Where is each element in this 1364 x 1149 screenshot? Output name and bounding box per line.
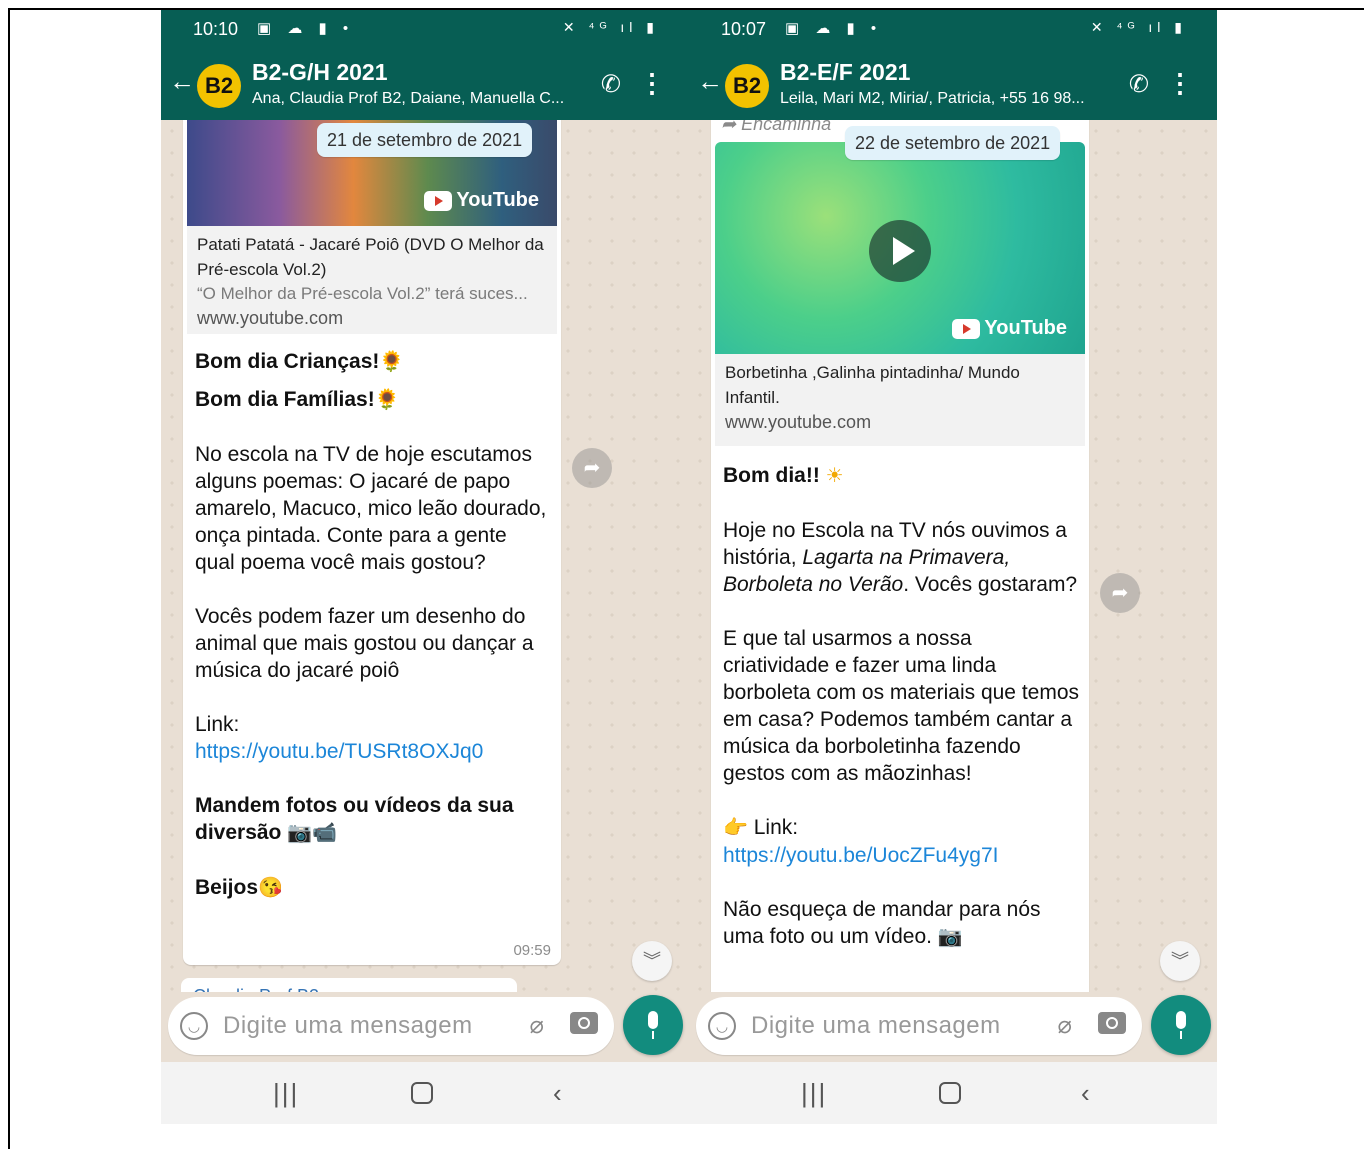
- link-block: Link: https://youtu.be/TUSRt8OXJq0: [195, 711, 551, 765]
- message-time: 09:59: [513, 942, 551, 959]
- youtube-link[interactable]: https://youtu.be/UocZFu4yg7I: [723, 844, 998, 867]
- scroll-down-icon[interactable]: ︾: [632, 941, 672, 981]
- preview-description: “O Melhor da Pré-escola Vol.2” terá suce…: [197, 284, 528, 303]
- link-label: Link:: [753, 816, 799, 839]
- message-text: Bom dia!! ☀ Hoje no Escola na TV nós ouv…: [723, 462, 1079, 951]
- greeting-line: Bom dia Famílias!🌻: [195, 388, 400, 411]
- message-paragraph: E que tal usarmos a nossa criatividade e…: [723, 627, 1080, 785]
- mic-button[interactable]: [1151, 995, 1211, 1055]
- next-message-sender[interactable]: Claudia Prof B2: [181, 978, 517, 992]
- emoji-icon[interactable]: ◡: [708, 1012, 736, 1040]
- back-arrow-icon[interactable]: ←: [169, 66, 195, 97]
- home-icon[interactable]: [411, 1082, 433, 1104]
- message-input-bar[interactable]: ◡ Digite uma mensagem ⌀: [168, 997, 614, 1055]
- attach-icon[interactable]: ⌀: [1058, 1011, 1072, 1040]
- emoji-icon[interactable]: ◡: [180, 1012, 208, 1040]
- date-chip: 22 de setembro de 2021: [845, 126, 1061, 160]
- add-call-icon[interactable]: ✆: [601, 70, 621, 99]
- recents-icon[interactable]: |||: [801, 1078, 827, 1109]
- youtube-logo-icon: YouTube: [952, 317, 1067, 340]
- pointing-hand-icon: 👉: [723, 817, 748, 839]
- mic-icon: [1176, 1011, 1186, 1029]
- camera-icon[interactable]: [1098, 1012, 1126, 1034]
- attach-icon[interactable]: ⌀: [530, 1011, 544, 1040]
- back-nav-icon[interactable]: ‹: [1081, 1078, 1090, 1109]
- mic-icon: [648, 1011, 658, 1029]
- group-avatar[interactable]: B2: [725, 64, 769, 108]
- chat-area[interactable]: YouTube Patati Patatá - Jacaré Poiô (DVD…: [161, 120, 689, 992]
- message-paragraph: Beijos😘: [195, 876, 283, 899]
- sunflower-icon: 🌻: [374, 389, 400, 411]
- message-bubble[interactable]: ➦ Encaminha YouTube Borbetinha ,Galinha …: [711, 120, 1089, 992]
- video-thumbnail[interactable]: YouTube: [715, 142, 1085, 354]
- message-paragraph: No escola na TV de hoje escutamos alguns…: [195, 443, 547, 574]
- greeting-line: Bom dia!! ☀: [723, 464, 844, 487]
- message-text: Bom dia Crianças!🌻 Bom dia Famílias!🌻 No…: [195, 348, 551, 902]
- link-preview[interactable]: Borbetinha ,Galinha pintadinha/ Mundo In…: [715, 354, 1085, 446]
- forward-icon[interactable]: ➦: [572, 448, 612, 488]
- status-bar: 10:07 ▣ ☁ ▮ • ✕ ⁴ᴳ ıl ▮: [689, 10, 1217, 48]
- message-input[interactable]: Digite uma mensagem: [751, 1012, 1001, 1040]
- date-chip: 21 de setembro de 2021: [317, 123, 533, 157]
- group-members[interactable]: Leila, Mari M2, Miria/, Patricia, +55 16…: [780, 90, 1106, 108]
- preview-url: www.youtube.com: [725, 412, 872, 432]
- youtube-logo-icon: YouTube: [424, 189, 539, 212]
- home-icon[interactable]: [939, 1082, 961, 1104]
- group-title[interactable]: B2-E/F 2021: [780, 59, 910, 86]
- preview-title: Borbetinha ,Galinha pintadinha/ Mundo In…: [725, 363, 1020, 407]
- notification-icons: ▣ ☁ ▮ •: [785, 20, 883, 37]
- back-nav-icon[interactable]: ‹: [553, 1078, 562, 1109]
- kiss-emoji-icon: 😘: [258, 877, 283, 899]
- signal-battery-icons: ✕ ⁴ᴳ ıl ▮: [562, 19, 659, 35]
- link-preview[interactable]: Patati Patatá - Jacaré Poiô (DVD O Melho…: [187, 226, 557, 334]
- mic-button[interactable]: [623, 995, 683, 1055]
- forward-icon[interactable]: ➦: [1100, 573, 1140, 613]
- status-time: 10:10: [193, 19, 239, 39]
- message-paragraph: Não esqueça de mandar para nós uma foto …: [723, 898, 1041, 948]
- android-nav-bar: ||| ‹: [689, 1062, 1217, 1124]
- message-paragraph: Vocês podem fazer um desenho do animal q…: [195, 605, 534, 682]
- notification-icons: ▣ ☁ ▮ •: [257, 20, 355, 37]
- back-arrow-icon[interactable]: ←: [697, 66, 723, 97]
- forwarded-label: ➦ Encaminha: [721, 120, 832, 134]
- more-vert-icon[interactable]: ⋮: [1167, 68, 1193, 99]
- android-nav-bar: ||| ‹: [161, 1062, 689, 1124]
- greeting-line: Bom dia Crianças!🌻: [195, 350, 405, 373]
- status-time: 10:07: [721, 19, 767, 39]
- chat-header: ← B2 B2-E/F 2021 Leila, Mari M2, Miria/,…: [689, 48, 1217, 120]
- sunflower-icon: 🌻: [379, 351, 405, 373]
- frame-border-left: [8, 8, 10, 1149]
- camera-emoji-icon: 📷: [937, 926, 963, 948]
- play-icon[interactable]: [869, 220, 931, 282]
- youtube-link[interactable]: https://youtu.be/TUSRt8OXJq0: [195, 740, 483, 763]
- message-paragraph: Hoje no Escola na TV nós ouvimos a histó…: [723, 519, 1078, 596]
- group-avatar[interactable]: B2: [197, 64, 241, 108]
- preview-title: Patati Patatá - Jacaré Poiô (DVD O Melho…: [197, 235, 544, 279]
- recents-icon[interactable]: |||: [273, 1078, 299, 1109]
- group-members[interactable]: Ana, Claudia Prof B2, Daiane, Manuella C…: [252, 90, 578, 108]
- chat-header: ← B2 B2-G/H 2021 Ana, Claudia Prof B2, D…: [161, 48, 689, 120]
- phone-screenshot-left: 10:10 ▣ ☁ ▮ • ✕ ⁴ᴳ ıl ▮ ← B2 B2-G/H 2021…: [161, 10, 689, 1124]
- sun-icon: ☀: [825, 465, 844, 487]
- camera-icon[interactable]: [570, 1012, 598, 1034]
- phone-screenshot-right: 10:07 ▣ ☁ ▮ • ✕ ⁴ᴳ ıl ▮ ← B2 B2-E/F 2021…: [689, 10, 1217, 1124]
- signal-battery-icons: ✕ ⁴ᴳ ıl ▮: [1090, 19, 1187, 35]
- message-input[interactable]: Digite uma mensagem: [223, 1012, 473, 1040]
- group-title[interactable]: B2-G/H 2021: [252, 59, 388, 86]
- chat-area[interactable]: ➦ Encaminha YouTube Borbetinha ,Galinha …: [689, 120, 1217, 992]
- link-block: 👉 Link: https://youtu.be/UocZFu4yg7I: [723, 814, 1079, 869]
- scroll-down-icon[interactable]: ︾: [1160, 941, 1200, 981]
- status-bar: 10:10 ▣ ☁ ▮ • ✕ ⁴ᴳ ıl ▮: [161, 10, 689, 48]
- add-call-icon[interactable]: ✆: [1129, 70, 1149, 99]
- link-label: Link:: [195, 713, 240, 736]
- message-input-bar[interactable]: ◡ Digite uma mensagem ⌀: [696, 997, 1142, 1055]
- camera-emoji-icon: 📷📹: [287, 822, 338, 844]
- preview-url: www.youtube.com: [197, 308, 344, 328]
- message-paragraph: Mandem fotos ou vídeos da sua diversão 📷…: [195, 794, 514, 844]
- more-vert-icon[interactable]: ⋮: [639, 68, 665, 99]
- message-bubble[interactable]: YouTube Patati Patatá - Jacaré Poiô (DVD…: [183, 120, 561, 965]
